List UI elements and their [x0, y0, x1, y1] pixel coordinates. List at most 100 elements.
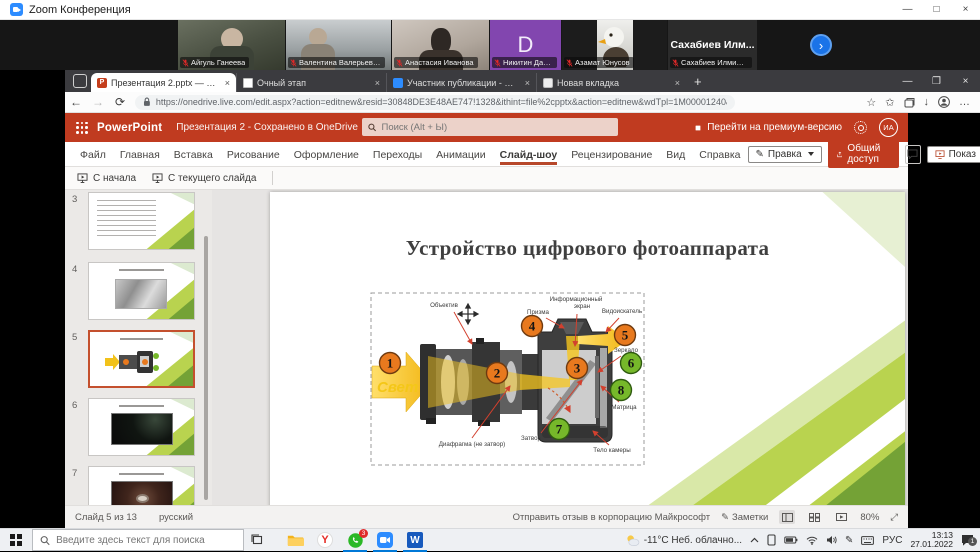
ribbon-tab-file[interactable]: Файл — [73, 144, 113, 165]
account-avatar[interactable]: ИА — [879, 118, 898, 137]
taskbar-search-box[interactable] — [32, 529, 244, 551]
thumbnail-slide-3[interactable]: 3 — [65, 192, 212, 252]
label-camera-body: Тело камеры — [593, 447, 631, 454]
label-matrix: Матрица — [611, 404, 637, 411]
editing-mode-button[interactable]: ✎ Правка — [748, 146, 822, 163]
back-button[interactable]: ← — [65, 95, 87, 109]
browser-restore-button[interactable]: ❐ — [922, 70, 951, 92]
feedback-link[interactable]: Отправить отзыв в корпорацию Майкрософт — [513, 512, 711, 523]
yandex-browser-icon[interactable]: Y — [310, 529, 340, 552]
browser-close-button[interactable]: × — [951, 70, 980, 92]
word-icon[interactable]: W — [400, 529, 430, 552]
document-title[interactable]: Презентация 2 - Сохранено в OneDrive — [176, 122, 370, 133]
ribbon-tab-design[interactable]: Оформление — [287, 144, 366, 165]
next-participants-button[interactable]: › — [810, 34, 832, 56]
show-hidden-icons-chevron[interactable] — [750, 537, 759, 543]
thumbnail-slide-6[interactable]: 6 — [65, 398, 212, 458]
ribbon-tab-help[interactable]: Справка — [692, 144, 747, 165]
app-launcher-icon[interactable] — [76, 122, 88, 134]
tab-close-icon[interactable]: × — [673, 78, 680, 88]
from-current-slide-button[interactable]: С текущего слайда — [152, 173, 256, 184]
premium-upgrade-link[interactable]: Перейти на премиум-версию — [694, 122, 842, 133]
from-beginning-button[interactable]: С начала — [77, 173, 136, 184]
taskbar-search-input[interactable] — [56, 535, 236, 546]
participant-tile-4[interactable]: D Никитин Данил — [490, 20, 561, 70]
tab-close-icon[interactable]: × — [523, 78, 530, 88]
settings-gear-icon[interactable] — [854, 121, 867, 134]
thumbnail-slide-7[interactable]: 7 — [65, 466, 212, 505]
tab-close-icon[interactable]: × — [223, 78, 230, 88]
ribbon-tab-transitions[interactable]: Переходы — [366, 144, 429, 165]
touch-keyboard-icon[interactable] — [861, 536, 874, 545]
move-cursor-icon — [458, 304, 478, 324]
participant-tile-6[interactable]: Сахабиев Илм... Сахабиев Илмир Ахм... — [668, 20, 757, 70]
slide-sorter-view-button[interactable] — [806, 510, 822, 524]
keyboard-language[interactable]: РУС — [882, 535, 902, 546]
pen-icon[interactable]: ✎ — [845, 535, 853, 546]
downloads-icon[interactable]: ↓ — [924, 96, 930, 108]
normal-view-button[interactable] — [779, 510, 795, 524]
ribbon-tab-draw[interactable]: Рисование — [220, 144, 287, 165]
ppt-search-input[interactable] — [382, 122, 613, 133]
browser-tab-ochny-etap[interactable]: Очный этап × — [236, 73, 386, 92]
task-view-button[interactable] — [244, 534, 270, 546]
zoom-minimize-button[interactable]: — — [893, 0, 922, 19]
thumbnail-slide-5-selected[interactable]: 5 — [65, 330, 212, 390]
browser-tab-presentation[interactable]: P Презентация 2.pptx — Microso × — [91, 73, 236, 92]
address-field[interactable] — [135, 95, 735, 110]
ribbon-tab-review[interactable]: Рецензирование — [564, 144, 659, 165]
favorites-icon[interactable]: ☆ — [866, 96, 876, 109]
participant-tile-1[interactable]: Айгуль Ганеева — [178, 20, 285, 70]
present-button[interactable]: Показ — [927, 146, 980, 163]
device-status-icon[interactable] — [767, 534, 776, 546]
slide-title[interactable]: Устройство цифрового фотоаппарата — [270, 236, 905, 261]
thumbnail-slide-4[interactable]: 4 — [65, 262, 212, 322]
browser-menu-icon[interactable]: … — [959, 96, 970, 108]
share-button[interactable]: Общий доступ — [828, 140, 900, 168]
ribbon-tab-home[interactable]: Главная — [113, 144, 167, 165]
taskbar-clock[interactable]: 13:13 27.01.2022 — [910, 531, 953, 550]
language-indicator[interactable]: русский — [159, 512, 193, 523]
new-tab-button[interactable]: + — [694, 74, 702, 89]
browser-tab-new[interactable]: Новая вкладка × — [536, 73, 686, 92]
add-favorite-icon[interactable]: ✩ — [885, 96, 894, 109]
url-input[interactable] — [156, 97, 727, 107]
start-button[interactable] — [0, 529, 32, 552]
zoom-level[interactable]: 80% — [860, 512, 879, 523]
file-explorer-icon[interactable] — [280, 529, 310, 552]
profile-icon[interactable] — [938, 96, 950, 108]
participant-tile-3[interactable]: Анастасия Иванова — [392, 20, 489, 70]
wifi-icon[interactable] — [806, 536, 818, 545]
fit-to-window-icon[interactable]: ⤢ — [890, 512, 898, 523]
action-center-icon[interactable]: 1 — [961, 534, 974, 546]
weather-widget[interactable]: -11°C Неб. облачно... — [625, 534, 742, 547]
tab-close-icon[interactable]: × — [373, 78, 380, 88]
notes-toggle[interactable]: ✎Заметки — [721, 512, 768, 523]
zoom-app-icon[interactable] — [370, 529, 400, 552]
ribbon-tab-animations[interactable]: Анимации — [429, 144, 492, 165]
participant-tile-5[interactable]: Азамат Юнусов — [562, 20, 667, 70]
zoom-maximize-button[interactable]: □ — [922, 0, 951, 19]
camera-diagram-image[interactable]: 1 2 3 4 5 6 7 8 Свет Объектив Призма Инф… — [370, 292, 645, 466]
volume-icon[interactable] — [826, 535, 837, 545]
battery-icon[interactable] — [784, 536, 798, 544]
collections-icon[interactable] — [904, 97, 915, 108]
reload-button[interactable]: ⟳ — [109, 95, 131, 109]
browser-minimize-button[interactable]: — — [893, 70, 922, 92]
ppt-search-box[interactable] — [362, 118, 618, 136]
whatsapp-icon[interactable]: 3 — [340, 529, 370, 552]
browser-tab-bar: P Презентация 2.pptx — Microso × Очный э… — [65, 70, 980, 92]
forward-button[interactable]: → — [87, 95, 109, 109]
ribbon-tab-view[interactable]: Вид — [659, 144, 692, 165]
zoom-window-title: Zoom Конференция — [29, 4, 131, 16]
thumbnail-scrollbar[interactable] — [204, 236, 208, 500]
tab-search-icon[interactable] — [73, 74, 87, 88]
slideshow-view-button[interactable] — [833, 510, 849, 524]
ribbon-tab-insert[interactable]: Вставка — [167, 144, 220, 165]
muted-mic-icon — [182, 59, 189, 67]
zoom-close-button[interactable]: × — [951, 0, 980, 19]
browser-tab-zoom[interactable]: Участник публикации - Zoom × — [386, 73, 536, 92]
ribbon-tab-slideshow[interactable]: Слайд-шоу — [493, 144, 565, 165]
comments-button[interactable] — [905, 145, 920, 164]
participant-tile-2[interactable]: Валентина Валерьевна А... — [286, 20, 391, 70]
